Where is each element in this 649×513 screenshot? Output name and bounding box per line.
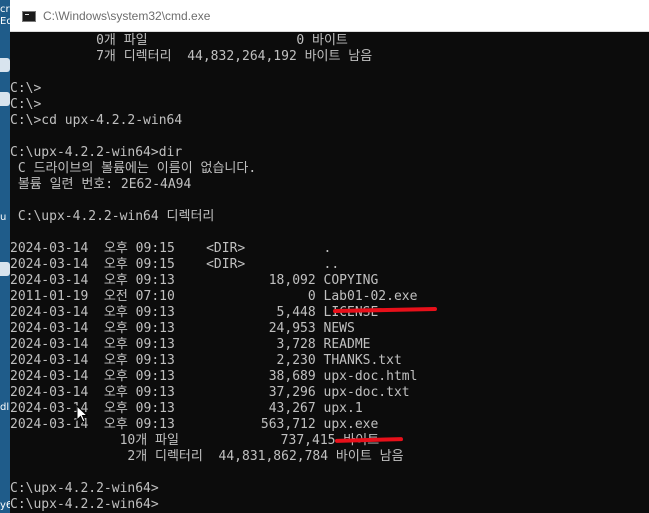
console-line: C:\upx-4.2.2-win64> (10, 481, 159, 496)
window-titlebar[interactable]: C:\Windows\system32\cmd.exe (10, 0, 649, 32)
mouse-pointer-icon (76, 405, 88, 423)
console-line: C:\> (10, 97, 42, 112)
console-line: 2024-03-14 오후 09:15 <DIR> .. (10, 257, 340, 272)
console-line: C:\upx-4.2.2-win64 디렉터리 (10, 209, 215, 224)
console-line: C:\upx-4.2.2-win64> (10, 497, 159, 512)
red-underline-annotation (332, 306, 438, 314)
desktop-background: cr Ed u dl y6 (0, 0, 10, 513)
console-line: 2024-03-14 오후 09:13 563,712 upx.exe (10, 417, 379, 432)
console-line: 2024-03-14 오후 09:13 2,230 THANKS.txt (10, 353, 402, 368)
desktop-shortcut-icon[interactable] (0, 262, 10, 276)
desktop-shortcut-icon[interactable] (0, 92, 10, 106)
console-line: 2024-03-14 오후 09:15 <DIR> . (10, 241, 332, 256)
desktop-icon-label: y6 (0, 500, 10, 511)
console-line: 볼륨 일련 번호: 2E62-4A94 (10, 177, 192, 192)
console-line: 2024-03-14 오후 09:13 24,953 NEWS (10, 321, 355, 336)
console-line: 2024-03-14 오후 09:13 38,689 upx-doc.html (10, 369, 418, 384)
console-line: 2024-03-14 오후 09:13 5,448 LICENSE (10, 305, 379, 320)
console-output[interactable]: 0개 파일 0 바이트 7개 디렉터리 44,832,264,192 바이트 남… (10, 32, 649, 513)
console-line: C 드라이브의 볼륨에는 이름이 없습니다. (10, 161, 257, 176)
console-line: 2011-01-19 오전 07:10 0 Lab01-02.exe (10, 289, 418, 304)
console-line: 2024-03-14 오후 09:13 43,267 upx.1 (10, 401, 363, 416)
desktop-icon-label: u (0, 212, 7, 223)
console-line: 0개 파일 0 바이트 (10, 33, 348, 48)
console-line: C:\> (10, 81, 42, 96)
desktop-icon-label: Ed (0, 16, 10, 27)
console-line: 7개 디렉터리 44,832,264,192 바이트 남음 (10, 49, 373, 64)
console-line: 2024-03-14 오후 09:13 3,728 README (10, 337, 371, 352)
console-line: 2개 디렉터리 44,831,862,784 바이트 남음 (10, 449, 404, 464)
console-line: C:\>cd upx-4.2.2-win64 (10, 113, 183, 128)
console-line: C:\upx-4.2.2-win64>dir (10, 145, 183, 160)
console-app-icon[interactable] (22, 11, 36, 22)
desktop-icon-label: cr (0, 4, 10, 15)
desktop-shortcut-icon[interactable] (0, 58, 10, 72)
cmd-window[interactable]: C:\Windows\system32\cmd.exe 0개 파일 0 바이트 … (10, 0, 649, 513)
console-line: 2024-03-14 오후 09:13 18,092 COPYING (10, 273, 379, 288)
screen: cr Ed u dl y6 C:\Windows\system32\cmd.ex… (0, 0, 649, 513)
console-line: 2024-03-14 오후 09:13 37,296 upx-doc.txt (10, 385, 410, 400)
window-title: C:\Windows\system32\cmd.exe (43, 9, 211, 23)
desktop-icon-label: dl (0, 402, 10, 413)
console-line: 10개 파일 737,415 바이트 (10, 433, 380, 448)
